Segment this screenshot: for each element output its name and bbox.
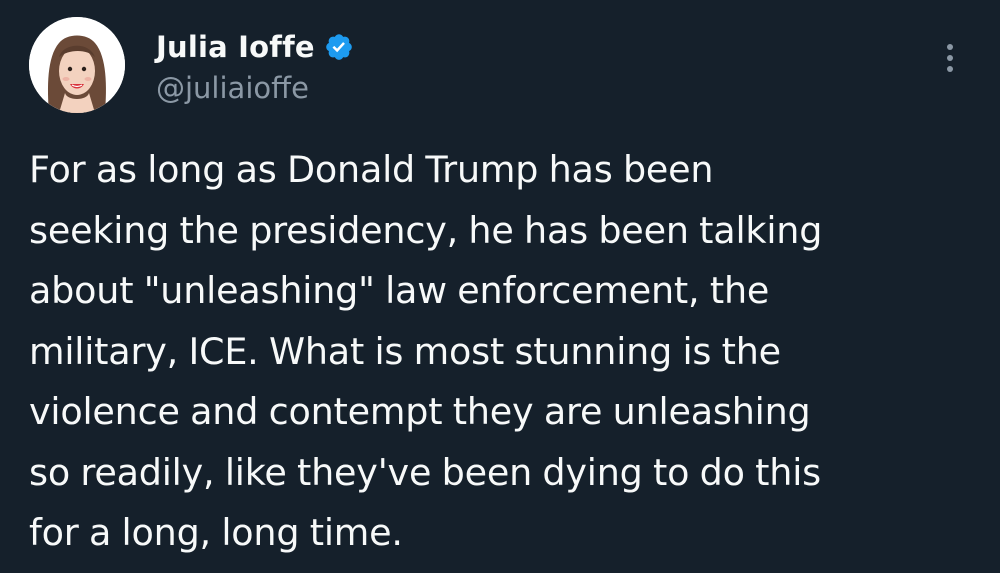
author-handle[interactable]: @juliaioffe bbox=[156, 71, 354, 105]
tweet-text-line: for a long, long time. bbox=[29, 511, 403, 554]
more-dot bbox=[947, 55, 953, 61]
more-dot bbox=[947, 66, 953, 72]
verified-badge-icon[interactable] bbox=[324, 32, 354, 62]
author-names: Julia Ioffe @juliaioffe bbox=[156, 25, 354, 105]
avatar[interactable] bbox=[29, 17, 125, 113]
tweet-text-line: violence and contempt they are unleashin… bbox=[29, 390, 811, 433]
tweet-text-line: military, ICE. What is most stunning is … bbox=[29, 329, 781, 373]
tweet-text: For as long as Donald Trump has been see… bbox=[29, 140, 979, 564]
more-dot bbox=[947, 44, 953, 50]
tweet-text-line: about "unleashing" law enforcement, the bbox=[29, 269, 770, 312]
display-name[interactable]: Julia Ioffe bbox=[156, 30, 315, 64]
tweet-text-line: so readily, like they've been dying to d… bbox=[29, 450, 821, 494]
tweet-card: Julia Ioffe @juliaioffe For as long as D… bbox=[0, 0, 1000, 573]
avatar-illustration-icon bbox=[29, 17, 125, 113]
display-name-row: Julia Ioffe bbox=[156, 25, 354, 69]
tweet-text-line: For as long as Donald Trump has been bbox=[29, 148, 714, 191]
tweet-text-line: seeking the presidency, he has been talk… bbox=[29, 208, 823, 252]
tweet-header: Julia Ioffe @juliaioffe bbox=[29, 17, 354, 113]
more-options-icon[interactable] bbox=[938, 38, 962, 78]
